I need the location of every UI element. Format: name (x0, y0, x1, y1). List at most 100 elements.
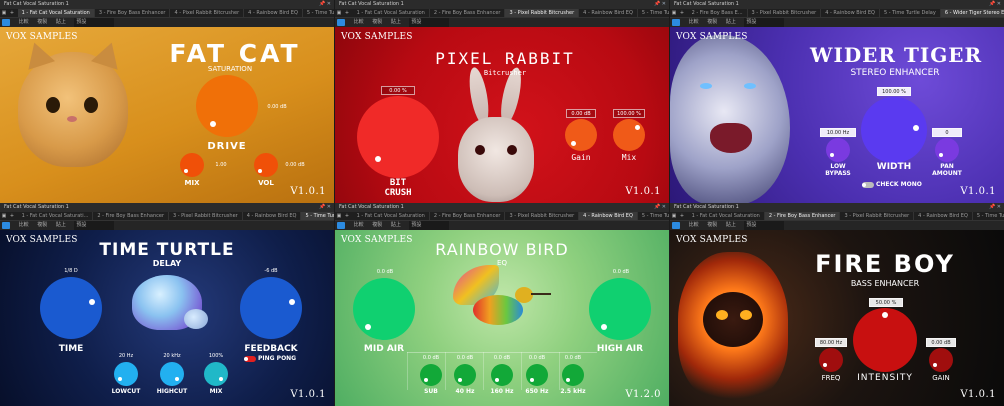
width-knob[interactable] (861, 97, 927, 163)
power-button[interactable] (337, 19, 345, 26)
band-sub-value[interactable]: 0.0 dB (419, 354, 443, 363)
tab[interactable]: 1 - Fat Cat Vocal Saturation (688, 212, 765, 220)
pin-icon[interactable]: 📌 ✕ (654, 0, 666, 9)
copy-button[interactable]: 複製 (37, 222, 47, 228)
pin-icon[interactable]: 📌 ✕ (989, 203, 1001, 212)
copy-button[interactable]: 複製 (707, 222, 717, 228)
ping-pong-toggle[interactable] (244, 356, 256, 362)
bypass-icon[interactable]: ▣ (335, 9, 343, 17)
tab[interactable]: 5 - Time Turtle Delay (880, 9, 941, 17)
tab[interactable]: 1 - Fat Cat Vocal Saturation (17, 9, 95, 17)
compare-button[interactable]: 比較 (19, 19, 29, 25)
mix-value[interactable]: 1.00 (208, 161, 234, 170)
vol-knob[interactable] (254, 153, 278, 177)
pan-amount-knob[interactable] (935, 138, 959, 162)
feedback-knob[interactable] (240, 277, 302, 339)
add-icon[interactable]: + (8, 212, 16, 220)
power-button[interactable] (2, 19, 10, 26)
low-bypass-value[interactable]: 10.00 Hz (820, 128, 856, 137)
power-button[interactable] (672, 222, 680, 229)
paste-button[interactable]: 貼上 (56, 19, 66, 25)
gain-value[interactable]: 0.00 dB (926, 338, 956, 347)
mid-air-value[interactable]: 0.0 dB (371, 268, 399, 277)
compare-button[interactable]: 比較 (354, 222, 364, 228)
preset-select[interactable]: 預設 (74, 221, 115, 230)
tab[interactable]: 4 - Rainbow Bird EQ (579, 9, 638, 17)
pan-amount-value[interactable]: 0 (932, 128, 962, 137)
tab[interactable]: 6 - Wider Tiger Stereo Enhancer (940, 9, 1004, 17)
intensity-knob[interactable] (853, 308, 917, 372)
copy-button[interactable]: 複製 (372, 19, 382, 25)
tab[interactable]: 1 - Fat Cat Vocal Saturati... (18, 212, 94, 220)
mix-knob[interactable] (180, 153, 204, 177)
low-bypass-knob[interactable] (826, 138, 850, 162)
time-value[interactable]: 1/8 D (56, 267, 86, 276)
tab[interactable]: 4 - Rainbow Bird EQ (243, 212, 302, 220)
mix-knob[interactable] (613, 119, 645, 151)
check-mono-toggle[interactable] (862, 182, 874, 188)
gain-knob[interactable] (929, 348, 953, 372)
copy-button[interactable]: 複製 (37, 19, 47, 25)
compare-button[interactable]: 比較 (689, 222, 699, 228)
pin-icon[interactable]: 📌 ✕ (654, 203, 666, 212)
band-40hz-value[interactable]: 0.0 dB (453, 354, 477, 363)
highcut-value[interactable]: 20 kHz (156, 352, 188, 361)
tab[interactable]: 1 - Fat Cat Vocal Saturation (353, 212, 430, 220)
preset-select[interactable]: 預設 (74, 18, 115, 27)
paste-button[interactable]: 貼上 (391, 19, 401, 25)
tab[interactable]: 2 - Fire Boy Bass E... (688, 9, 748, 17)
bypass-icon[interactable]: ▣ (0, 9, 8, 17)
preset-select[interactable]: 預設 (744, 18, 785, 27)
mid-air-knob[interactable] (353, 278, 415, 340)
tab[interactable]: 4 - Rainbow Bird EQ (579, 212, 638, 220)
add-icon[interactable]: + (678, 212, 686, 220)
tab[interactable]: 5 - Time Turtle Delay (301, 212, 334, 220)
band-160hz-value[interactable]: 0.0 dB (490, 354, 514, 363)
tab[interactable]: 4 - Pixel Rabbit Bitcrusher (170, 9, 245, 17)
high-air-knob[interactable] (589, 278, 651, 340)
bypass-icon[interactable]: ▣ (670, 212, 678, 220)
tab[interactable]: 3 - Pixel Rabbit Bitcrusher (505, 212, 580, 220)
gain-knob[interactable] (565, 119, 597, 151)
add-icon[interactable]: + (8, 9, 16, 17)
tab[interactable]: 5 - Time Turtle Delay (973, 212, 1004, 220)
add-icon[interactable]: + (678, 9, 686, 17)
tab[interactable]: 5 - Time Turtle D... (303, 9, 334, 17)
pin-icon[interactable]: 📌 ✕ (989, 0, 1001, 9)
lowcut-knob[interactable] (114, 362, 138, 386)
freq-value[interactable]: 80.00 Hz (815, 338, 847, 347)
band-40hz-knob[interactable] (454, 364, 476, 386)
power-button[interactable] (2, 222, 10, 229)
compare-button[interactable]: 比較 (689, 19, 699, 25)
compare-button[interactable]: 比較 (19, 222, 29, 228)
highcut-knob[interactable] (160, 362, 184, 386)
band-2k5-value[interactable]: 0.0 dB (561, 354, 585, 363)
band-sub-knob[interactable] (420, 364, 442, 386)
band-650hz-knob[interactable] (526, 364, 548, 386)
add-icon[interactable]: + (343, 212, 351, 220)
tab[interactable]: 5 - Time Turtle D... (638, 9, 669, 17)
band-160hz-knob[interactable] (491, 364, 513, 386)
pin-icon[interactable]: 📌 ✕ (319, 0, 331, 9)
bypass-icon[interactable]: ▣ (335, 212, 343, 220)
band-2k5-knob[interactable] (562, 364, 584, 386)
lowcut-value[interactable]: 20 Hz (111, 352, 141, 361)
mix-knob[interactable] (204, 362, 228, 386)
intensity-value[interactable]: 50.00 % (869, 298, 903, 307)
high-air-value[interactable]: 0.0 dB (607, 268, 635, 277)
copy-button[interactable]: 複製 (372, 222, 382, 228)
tab[interactable]: 2 - Fire Boy Bass Enhancer (430, 9, 506, 17)
tab[interactable]: 1 - Fat Cat Vocal Saturation (353, 9, 430, 17)
copy-button[interactable]: 複製 (707, 19, 717, 25)
mix-value[interactable]: 100% (203, 352, 229, 361)
feedback-value[interactable]: -6 dB (256, 267, 286, 276)
add-icon[interactable]: + (343, 9, 351, 17)
tab[interactable]: 3 - Pixel Rabbit Bitcrusher (748, 9, 822, 17)
paste-button[interactable]: 貼上 (726, 19, 736, 25)
drive-value[interactable]: 0.00 dB (262, 103, 292, 112)
tab[interactable]: 5 - Time Turtle D... (638, 212, 669, 220)
tab[interactable]: 4 - Rainbow Bird EQ (821, 9, 880, 17)
paste-button[interactable]: 貼上 (56, 222, 66, 228)
tab[interactable]: 3 - Pixel Rabbit Bitcrusher (169, 212, 243, 220)
time-knob[interactable] (40, 277, 102, 339)
